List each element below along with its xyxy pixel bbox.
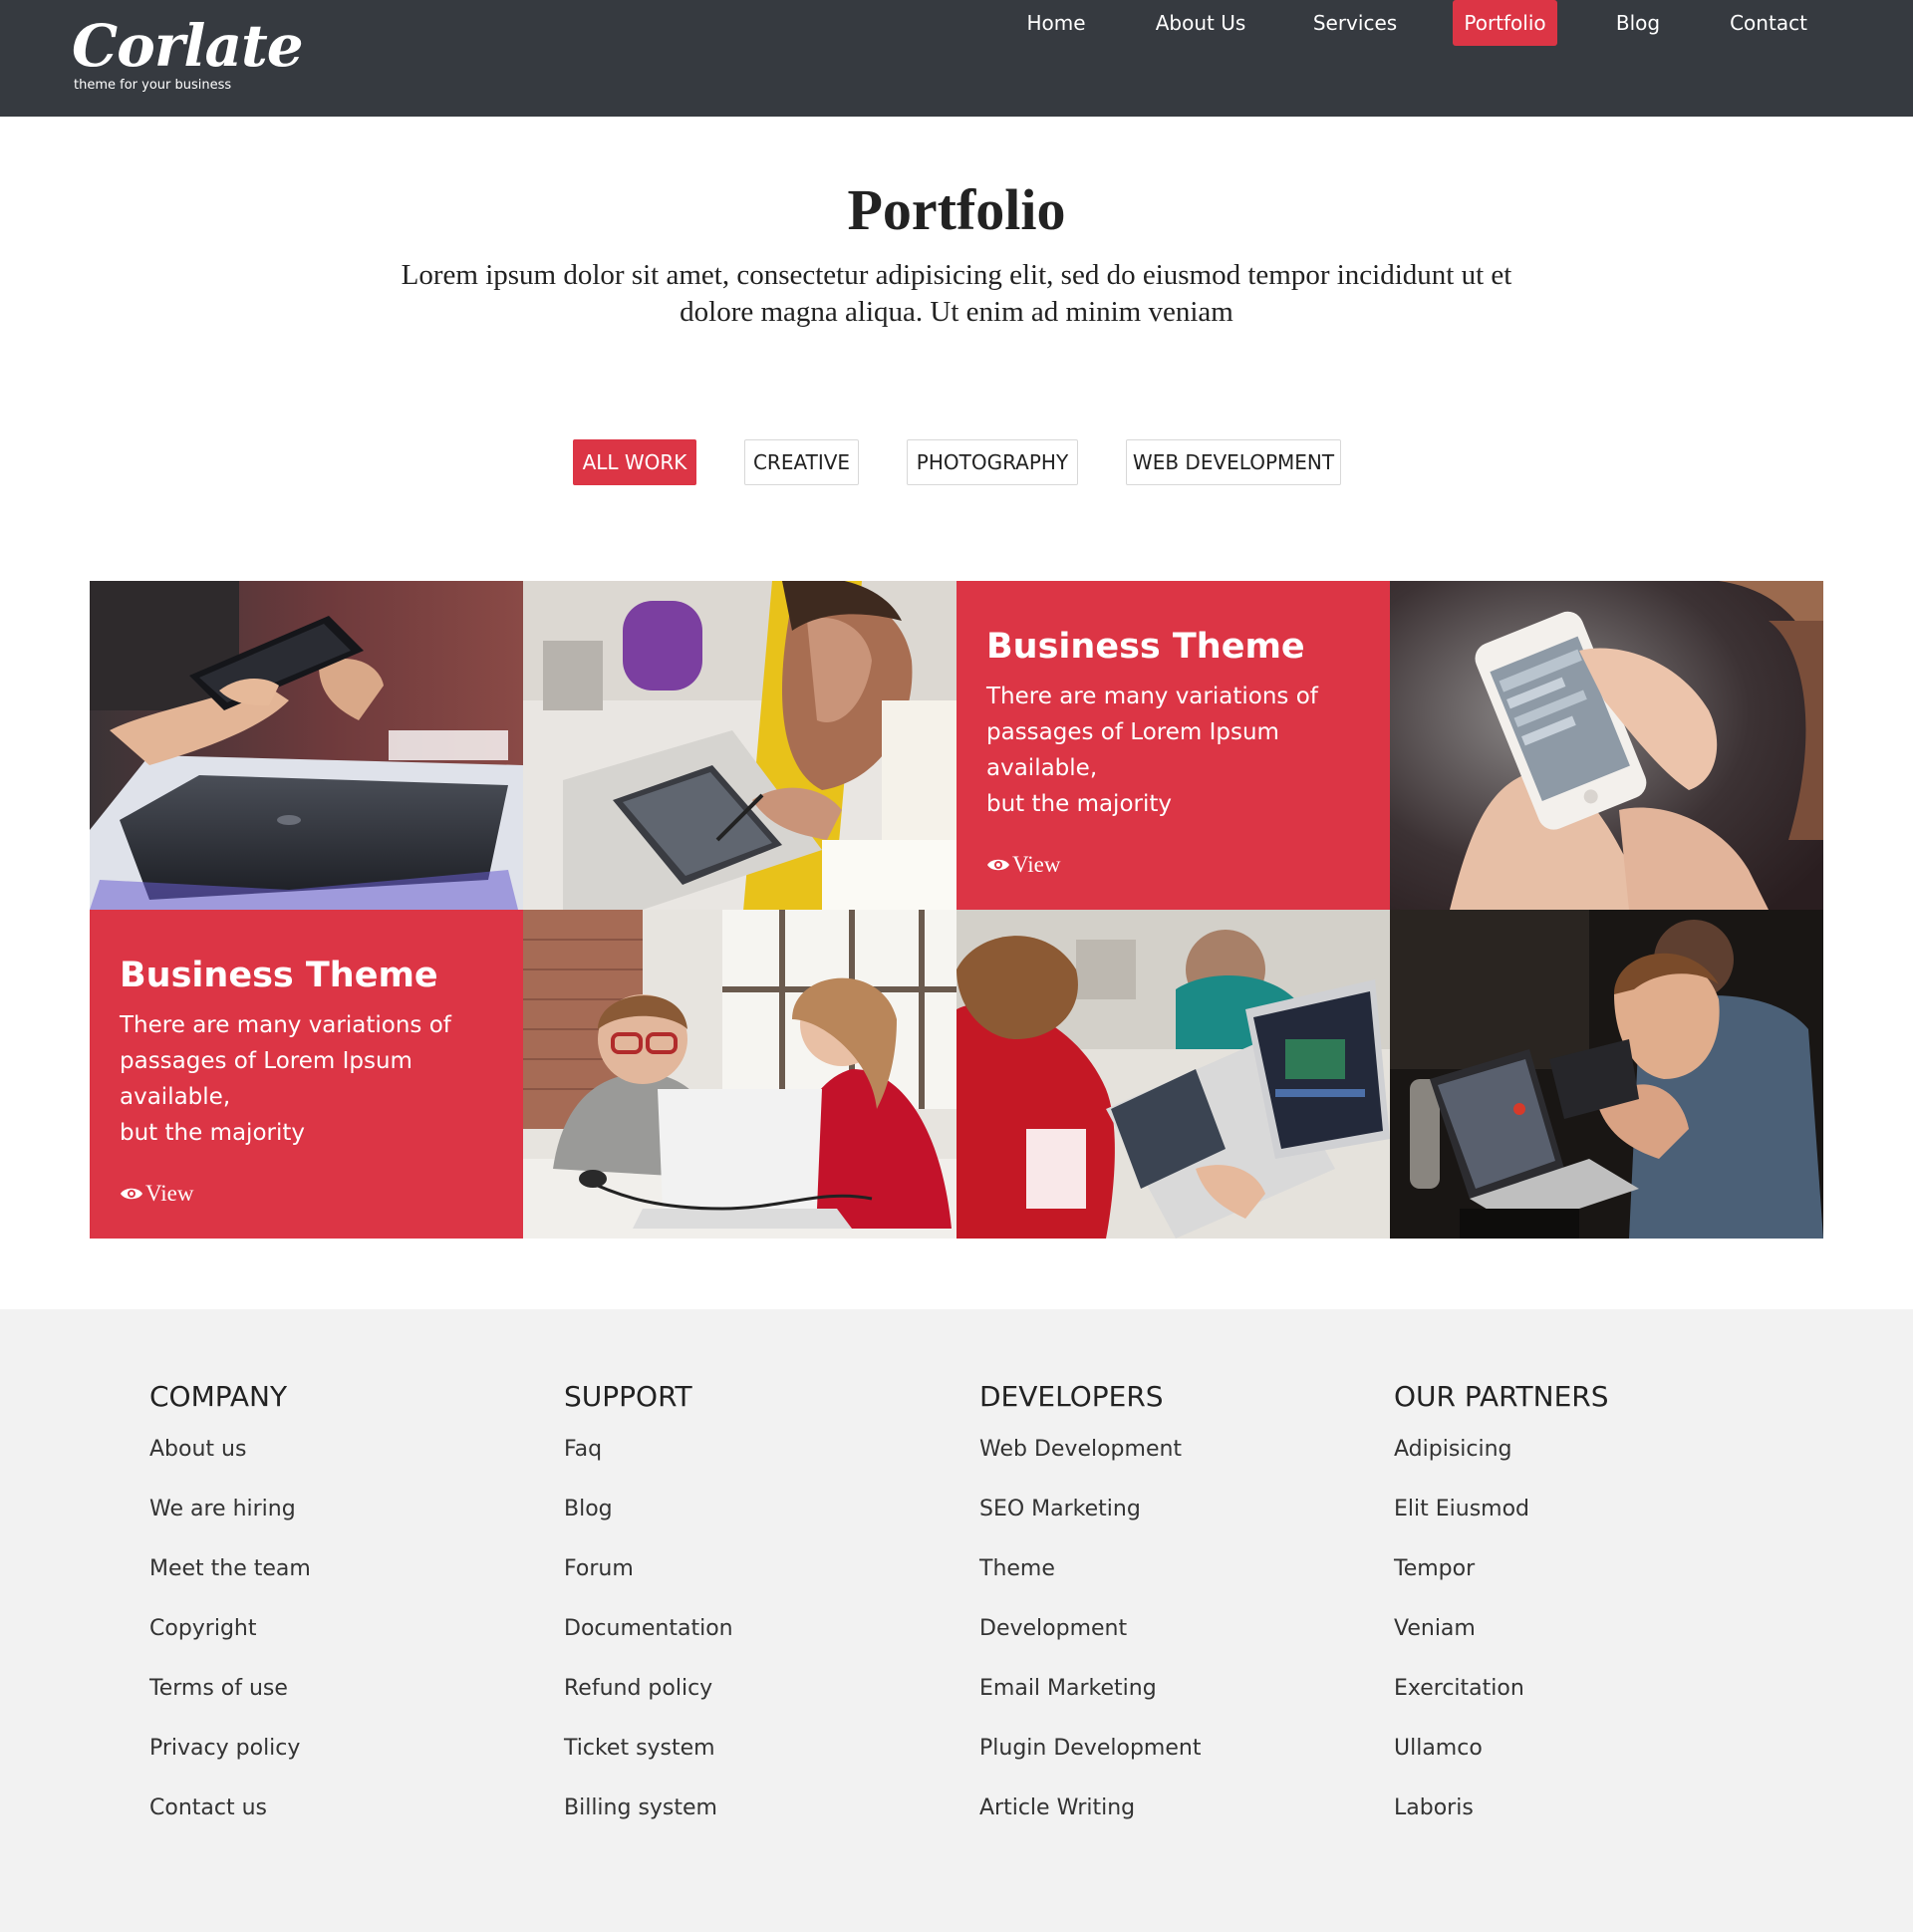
footer-column-developers: DEVELOPERS Web Development SEO Marketing… (979, 1379, 1358, 1853)
footer-link-meet-the-team[interactable]: Meet the team (149, 1554, 528, 1614)
footer-link-laboris[interactable]: Laboris (1394, 1794, 1773, 1853)
footer-column-support: SUPPORT Faq Blog Forum Documentation Ref… (564, 1379, 943, 1853)
photo-man-laptop-event[interactable] (1390, 910, 1823, 1239)
footer-link-tempor[interactable]: Tempor (1394, 1554, 1773, 1614)
card-description-line-2: passages of Lorem Ipsum available, (986, 719, 1279, 781)
card-description: There are many variations of passages of… (986, 679, 1365, 822)
footer-link-we-are-hiring[interactable]: We are hiring (149, 1495, 528, 1554)
footer-link-development[interactable]: Development (979, 1614, 1358, 1674)
footer-link-web-development[interactable]: Web Development (979, 1435, 1358, 1495)
photo-boy-coding-laptops-image (956, 910, 1390, 1239)
footer-link-copyright[interactable]: Copyright (149, 1614, 528, 1674)
footer-link-veniam[interactable]: Veniam (1394, 1614, 1773, 1674)
card-title: Business Theme (120, 956, 438, 995)
photo-hands-phone-laptop[interactable] (90, 581, 523, 910)
photo-hands-smartphone-image (1390, 581, 1823, 910)
page-title: Portfolio (847, 177, 1066, 242)
portfolio-grid: Business Theme There are many variations… (90, 581, 1823, 1239)
photo-hands-smartphone[interactable] (1390, 581, 1823, 910)
view-link[interactable]: View (120, 1179, 193, 1209)
footer-link-theme[interactable]: Theme (979, 1554, 1358, 1614)
view-link-label: View (145, 1181, 194, 1206)
card-description-line-1: There are many variations of (986, 684, 1318, 709)
footer-heading: OUR PARTNERS (1394, 1380, 1609, 1413)
footer-link-ticket-system[interactable]: Ticket system (564, 1734, 943, 1794)
footer-link-forum[interactable]: Forum (564, 1554, 943, 1614)
footer-link-refund-policy[interactable]: Refund policy (564, 1674, 943, 1734)
nav-item-blog[interactable]: Blog (1606, 0, 1670, 46)
footer-link-billing-system[interactable]: Billing system (564, 1794, 943, 1853)
card-description-line-3: but the majority (120, 1120, 305, 1146)
filter-all-work[interactable]: ALL WORK (573, 439, 696, 485)
filter-web-development[interactable]: WEB DEVELOPMENT (1126, 439, 1341, 485)
photo-man-laptop-event-image (1390, 910, 1823, 1239)
footer-link-ullamco[interactable]: Ullamco (1394, 1734, 1773, 1794)
card-title: Business Theme (986, 627, 1305, 667)
photo-hands-phone-laptop-image (90, 581, 523, 910)
card-description-line-3: but the majority (986, 791, 1172, 817)
footer-link-terms-of-use[interactable]: Terms of use (149, 1674, 528, 1734)
page-subtitle-line-1: Lorem ipsum dolor sit amet, consectetur … (401, 259, 1512, 291)
footer-link-blog[interactable]: Blog (564, 1495, 943, 1554)
view-link[interactable]: View (986, 850, 1060, 880)
footer-link-plugin-development[interactable]: Plugin Development (979, 1734, 1358, 1794)
card-description: There are many variations of passages of… (120, 1007, 498, 1151)
page-subtitle: Lorem ipsum dolor sit amet, consectetur … (359, 257, 1554, 331)
footer-link-exercitation[interactable]: Exercitation (1394, 1674, 1773, 1734)
footer-column-company: COMPANY About us We are hiring Meet the … (149, 1379, 528, 1853)
page-subtitle-line-2: dolore magna aliqua. Ut enim ad minim ve… (680, 296, 1233, 328)
portfolio-card-business-theme-1[interactable]: Business Theme There are many variations… (956, 581, 1390, 910)
photo-man-drawing-tablet[interactable] (523, 581, 956, 910)
card-description-line-2: passages of Lorem Ipsum available, (120, 1048, 412, 1110)
footer-link-contact-us[interactable]: Contact us (149, 1794, 528, 1853)
footer-link-email-marketing[interactable]: Email Marketing (979, 1674, 1358, 1734)
footer-link-seo-marketing[interactable]: SEO Marketing (979, 1495, 1358, 1554)
footer-heading: COMPANY (149, 1380, 288, 1413)
photo-man-drawing-tablet-image (523, 581, 956, 910)
nav-item-services[interactable]: Services (1305, 0, 1405, 46)
footer-heading: DEVELOPERS (979, 1380, 1164, 1413)
photo-boy-coding-laptops[interactable] (956, 910, 1390, 1239)
nav-item-contact[interactable]: Contact (1722, 0, 1815, 46)
footer-link-adipisicing[interactable]: Adipisicing (1394, 1435, 1773, 1495)
photo-kids-laptop-image (523, 910, 956, 1239)
footer-link-privacy-policy[interactable]: Privacy policy (149, 1734, 528, 1794)
eye-icon (121, 1188, 142, 1200)
filter-photography[interactable]: PHOTOGRAPHY (907, 439, 1078, 485)
nav-item-about-us[interactable]: About Us (1146, 0, 1255, 46)
footer-link-faq[interactable]: Faq (564, 1435, 943, 1495)
filter-creative[interactable]: CREATIVE (744, 439, 859, 485)
nav-item-home[interactable]: Home (1016, 0, 1096, 46)
footer-link-article-writing[interactable]: Article Writing (979, 1794, 1358, 1853)
view-link-label: View (1012, 852, 1061, 877)
portfolio-card-business-theme-2[interactable]: Business Theme There are many variations… (90, 910, 523, 1239)
footer-column-our-partners: OUR PARTNERS Adipisicing Elit Eiusmod Te… (1394, 1379, 1773, 1853)
logo[interactable]: Corlate theme for your business (72, 14, 304, 100)
footer-link-elit-eiusmod[interactable]: Elit Eiusmod (1394, 1495, 1773, 1554)
logo-wordmark: Corlate (72, 12, 304, 80)
nav-item-portfolio[interactable]: Portfolio (1453, 0, 1557, 46)
photo-kids-laptop[interactable] (523, 910, 956, 1239)
navbar: Corlate theme for your business Home Abo… (0, 0, 1913, 117)
footer-link-about-us[interactable]: About us (149, 1435, 528, 1495)
footer-link-documentation[interactable]: Documentation (564, 1614, 943, 1674)
footer: COMPANY About us We are hiring Meet the … (0, 1309, 1913, 1932)
logo-tagline: theme for your business (74, 78, 232, 93)
eye-icon (987, 859, 1009, 871)
card-description-line-1: There are many variations of (120, 1012, 451, 1038)
footer-heading: SUPPORT (564, 1380, 692, 1413)
